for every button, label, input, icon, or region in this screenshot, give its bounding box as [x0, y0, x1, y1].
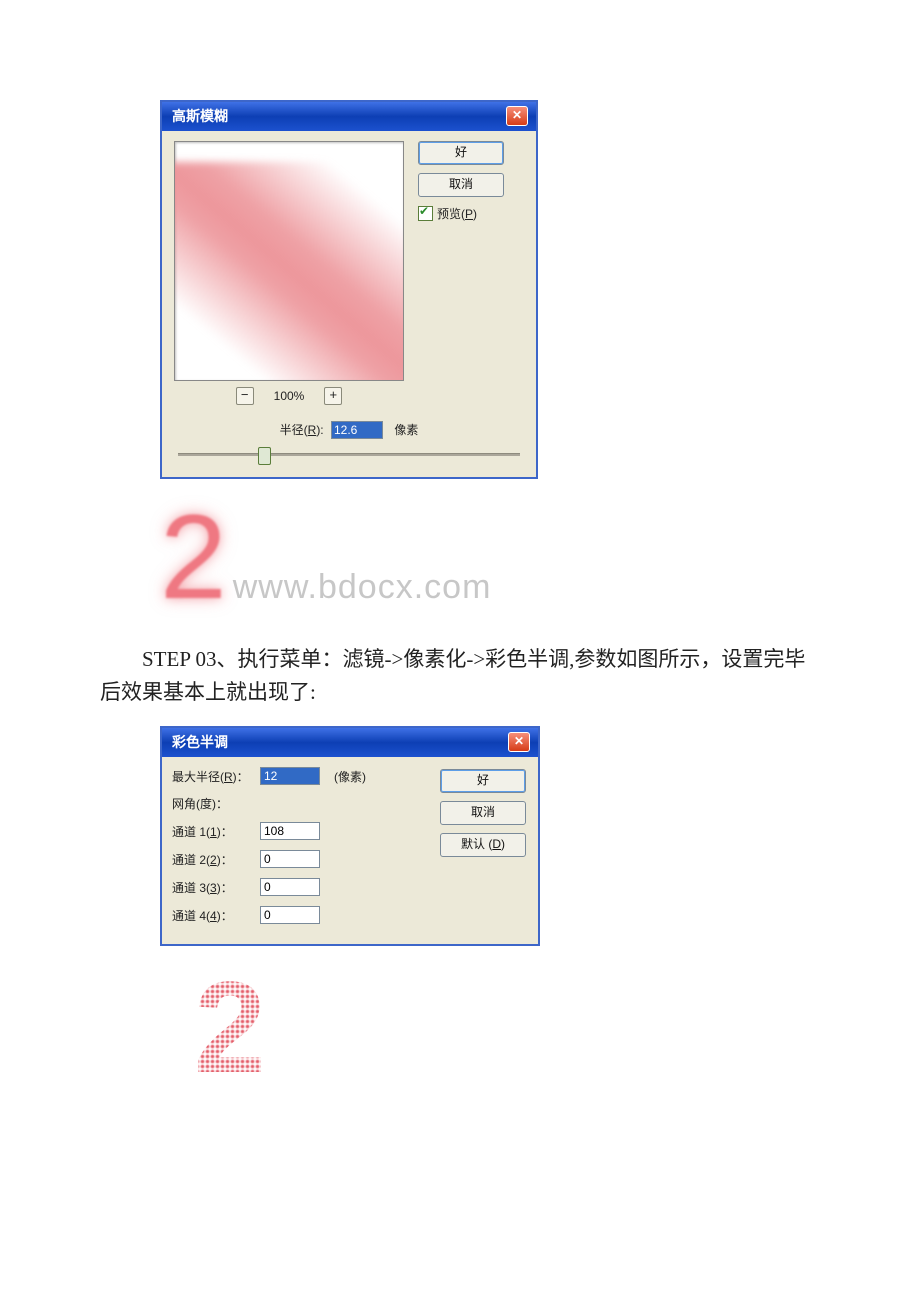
- step-number: STEP 03: [142, 647, 216, 671]
- close-icon[interactable]: ✕: [508, 732, 530, 752]
- radius-input[interactable]: [331, 421, 383, 439]
- channel4-input[interactable]: [260, 906, 320, 924]
- cancel-button[interactable]: 取消: [440, 801, 526, 825]
- ok-button[interactable]: 好: [418, 141, 504, 165]
- defaults-button[interactable]: 默认 (D): [440, 833, 526, 857]
- max-radius-input[interactable]: [260, 767, 320, 785]
- zoom-out-icon[interactable]: −: [236, 387, 254, 405]
- zoom-percent: 100%: [274, 389, 305, 403]
- color-halftone-dialog: 彩色半调 ✕ 好 取消 默认 (D) 最大半径(R)： (像素) 网角(度)： …: [160, 726, 540, 946]
- preview-checkbox-row[interactable]: 预览(P): [418, 205, 504, 222]
- screen-angle-label: 网角(度)：: [172, 795, 260, 812]
- ok-button[interactable]: 好: [440, 769, 526, 793]
- channel3-input[interactable]: [260, 878, 320, 896]
- channel2-label: 通道 2(2)：: [172, 851, 260, 868]
- slider-track: [178, 453, 520, 456]
- close-icon[interactable]: ✕: [506, 106, 528, 126]
- channel4-label: 通道 4(4)：: [172, 907, 260, 924]
- radius-slider[interactable]: [178, 447, 520, 461]
- cancel-button[interactable]: 取消: [418, 173, 504, 197]
- preview-content: [174, 162, 404, 381]
- slider-thumb[interactable]: [258, 447, 271, 465]
- gaussian-blur-dialog: 高斯模糊 ✕ − 100% + 好 取消: [160, 100, 538, 479]
- channel1-input[interactable]: [260, 822, 320, 840]
- preview-pane[interactable]: [174, 141, 404, 381]
- channel2-input[interactable]: [260, 850, 320, 868]
- step-paragraph: STEP 03、执行菜单：滤镜->像素化->彩色半调,参数如图所示，设置完毕后效…: [100, 643, 820, 708]
- channel1-label: 通道 1(1)：: [172, 823, 260, 840]
- result-glyph-halftone: 2: [160, 964, 300, 1104]
- dialog-title-bar[interactable]: 高斯模糊 ✕: [162, 100, 536, 131]
- dialog-title-bar[interactable]: 彩色半调 ✕: [162, 726, 538, 757]
- dialog-title: 彩色半调: [172, 732, 228, 752]
- radius-unit: 像素: [394, 423, 418, 437]
- result-glyph-blurred: 2: [160, 497, 227, 617]
- watermark-text: www.bdocx.com: [233, 568, 492, 607]
- zoom-in-icon[interactable]: +: [324, 387, 342, 405]
- radius-label: 半径(R):: [280, 423, 324, 437]
- preview-checkbox-label: 预览(P): [437, 205, 477, 222]
- max-radius-label: 最大半径(R)：: [172, 768, 260, 785]
- dialog-title: 高斯模糊: [172, 106, 228, 126]
- channel3-label: 通道 3(3)：: [172, 879, 260, 896]
- checkbox-icon[interactable]: [418, 206, 433, 221]
- max-radius-unit: (像素): [334, 768, 366, 785]
